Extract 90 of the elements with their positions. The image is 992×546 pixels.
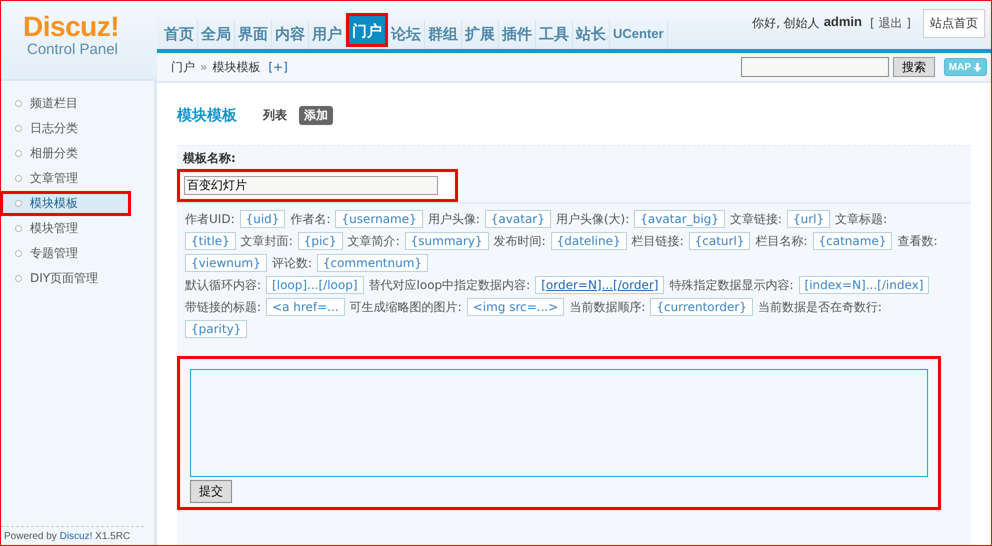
variable-token[interactable]: {username} xyxy=(335,210,423,228)
logo: Discuz! xyxy=(23,13,120,41)
nav-tab[interactable]: 站长 xyxy=(573,21,610,49)
variable-token[interactable]: {parity} xyxy=(185,320,248,338)
bullet-icon xyxy=(15,200,22,207)
variable-token[interactable]: {avatar_big} xyxy=(634,210,725,228)
tab[interactable]: 列表 xyxy=(263,106,287,124)
powered-by-text: Powered by Discuz! X1.5RC xyxy=(1,526,144,545)
sidebar-item[interactable]: 专题管理 xyxy=(1,241,154,266)
nav-tab[interactable]: UCenter xyxy=(610,21,668,49)
variable-token[interactable]: <a href=... xyxy=(266,298,345,316)
bullet-icon xyxy=(15,150,22,157)
sidebar-item[interactable]: 频道栏目 xyxy=(1,91,154,116)
logout-link[interactable]: [ 退出 ] xyxy=(866,9,919,32)
variable-token[interactable]: {avatar} xyxy=(484,210,551,228)
bullet-icon xyxy=(15,100,22,107)
add-shortcut-link[interactable]: [+] xyxy=(268,60,288,74)
sidebar-item[interactable]: 相册分类 xyxy=(1,141,154,166)
nav-tab[interactable]: 论坛 xyxy=(388,21,425,49)
nav-tab[interactable]: 内容 xyxy=(272,21,309,49)
variable-token[interactable]: {currentorder} xyxy=(650,298,753,316)
search-button[interactable]: 搜索 xyxy=(892,57,935,77)
breadcrumb-current: 模块模板 xyxy=(212,58,260,76)
variable-label: 栏目链接: xyxy=(632,232,684,250)
template-editor[interactable] xyxy=(190,369,928,477)
variable-token[interactable]: {title} xyxy=(185,232,236,250)
template-name-field[interactable]: 百变幻灯片 xyxy=(184,176,438,195)
search-field[interactable] xyxy=(740,57,889,77)
field-label: 模板名称: xyxy=(182,150,237,167)
variable-label: 文章简介: xyxy=(348,232,400,250)
variable-label: 文章标题: xyxy=(835,210,888,228)
greeting-text: 你好, 创始人 xyxy=(752,15,820,32)
variable-label: 当前数据顺序: xyxy=(569,298,646,316)
variable-token[interactable]: {commentnum} xyxy=(316,254,428,272)
nav-tab[interactable]: 门户 xyxy=(346,13,388,47)
variable-token[interactable]: {uid} xyxy=(240,210,286,228)
variable-token[interactable]: {dateline} xyxy=(550,232,627,250)
variable-label: 栏目名称: xyxy=(755,232,808,250)
breadcrumb-link[interactable]: 门户 xyxy=(171,58,195,76)
nav-tab[interactable]: 扩展 xyxy=(462,21,499,49)
sidebar-item[interactable]: 文章管理 xyxy=(1,166,154,191)
variable-label: 带链接的标题: xyxy=(185,298,262,316)
variable-label: 特殊指定数据显示内容: xyxy=(669,276,794,294)
nav-tab[interactable]: 工具 xyxy=(536,21,573,49)
variable-token[interactable]: [loop]...[/loop] xyxy=(266,276,364,294)
variable-label: 评论数: xyxy=(272,254,312,272)
variable-label: 查看数: xyxy=(897,232,938,250)
bullet-icon xyxy=(15,250,22,257)
variable-token[interactable]: {catname} xyxy=(812,232,892,250)
variable-label: 可生成缩略图的图片: xyxy=(350,298,462,316)
breadcrumb-separator: » xyxy=(200,60,208,74)
variable-label: 文章封面: xyxy=(240,232,293,250)
variable-label: 文章链接: xyxy=(730,210,782,228)
tab[interactable]: 添加 xyxy=(299,106,333,124)
user-name: admin xyxy=(824,13,862,29)
nav-tab[interactable]: 插件 xyxy=(499,21,536,49)
variable-label: 作者UID: xyxy=(185,210,235,228)
variable-label: 默认循环内容: xyxy=(185,276,262,294)
variable-token[interactable]: <img src=...> xyxy=(466,298,564,316)
variable-label: 用户头像(大): xyxy=(556,210,630,228)
variable-label: 当前数据是否在奇数行: xyxy=(758,298,882,316)
brand-link[interactable]: Discuz! xyxy=(60,531,92,542)
logo-subtitle: Control Panel xyxy=(27,41,118,58)
variable-label: 用户头像: xyxy=(428,210,480,228)
variable-label: 作者名: xyxy=(290,210,330,228)
sidebar-item[interactable]: 模块管理 xyxy=(1,216,154,241)
nav-tab[interactable]: 全局 xyxy=(198,21,235,49)
variable-token[interactable]: {caturl} xyxy=(688,232,750,250)
sidebar-item[interactable]: 日志分类 xyxy=(1,116,154,141)
nav-tab[interactable]: 群组 xyxy=(425,21,462,49)
site-home-button[interactable]: 站点首页 xyxy=(923,9,985,38)
bullet-icon xyxy=(15,275,22,282)
variable-token[interactable]: {pic} xyxy=(298,232,343,250)
nav-tab[interactable]: 首页 xyxy=(161,21,198,49)
variable-token[interactable]: {summary} xyxy=(404,232,489,250)
sidebar-item[interactable]: DIY页面管理 xyxy=(1,266,154,291)
down-arrow-icon xyxy=(973,62,982,72)
submit-button[interactable]: 提交 xyxy=(190,480,232,503)
sidebar-item[interactable]: 模块模板 xyxy=(1,191,131,216)
bullet-icon xyxy=(15,225,22,232)
page-title: 模块模板 xyxy=(177,106,237,124)
bullet-icon xyxy=(15,175,22,182)
variable-token[interactable]: {url} xyxy=(786,210,830,228)
variable-token-link[interactable]: [order=N]...[/order] xyxy=(535,276,664,294)
variable-label: 发布时间: xyxy=(494,232,546,250)
variable-token[interactable]: [index=N]...[/index] xyxy=(798,276,930,294)
variable-label: 替代对应loop中指定数据内容: xyxy=(368,276,530,294)
nav-tab[interactable]: 界面 xyxy=(235,21,272,49)
bullet-icon xyxy=(15,125,22,132)
variable-token[interactable]: {viewnum} xyxy=(185,254,267,272)
